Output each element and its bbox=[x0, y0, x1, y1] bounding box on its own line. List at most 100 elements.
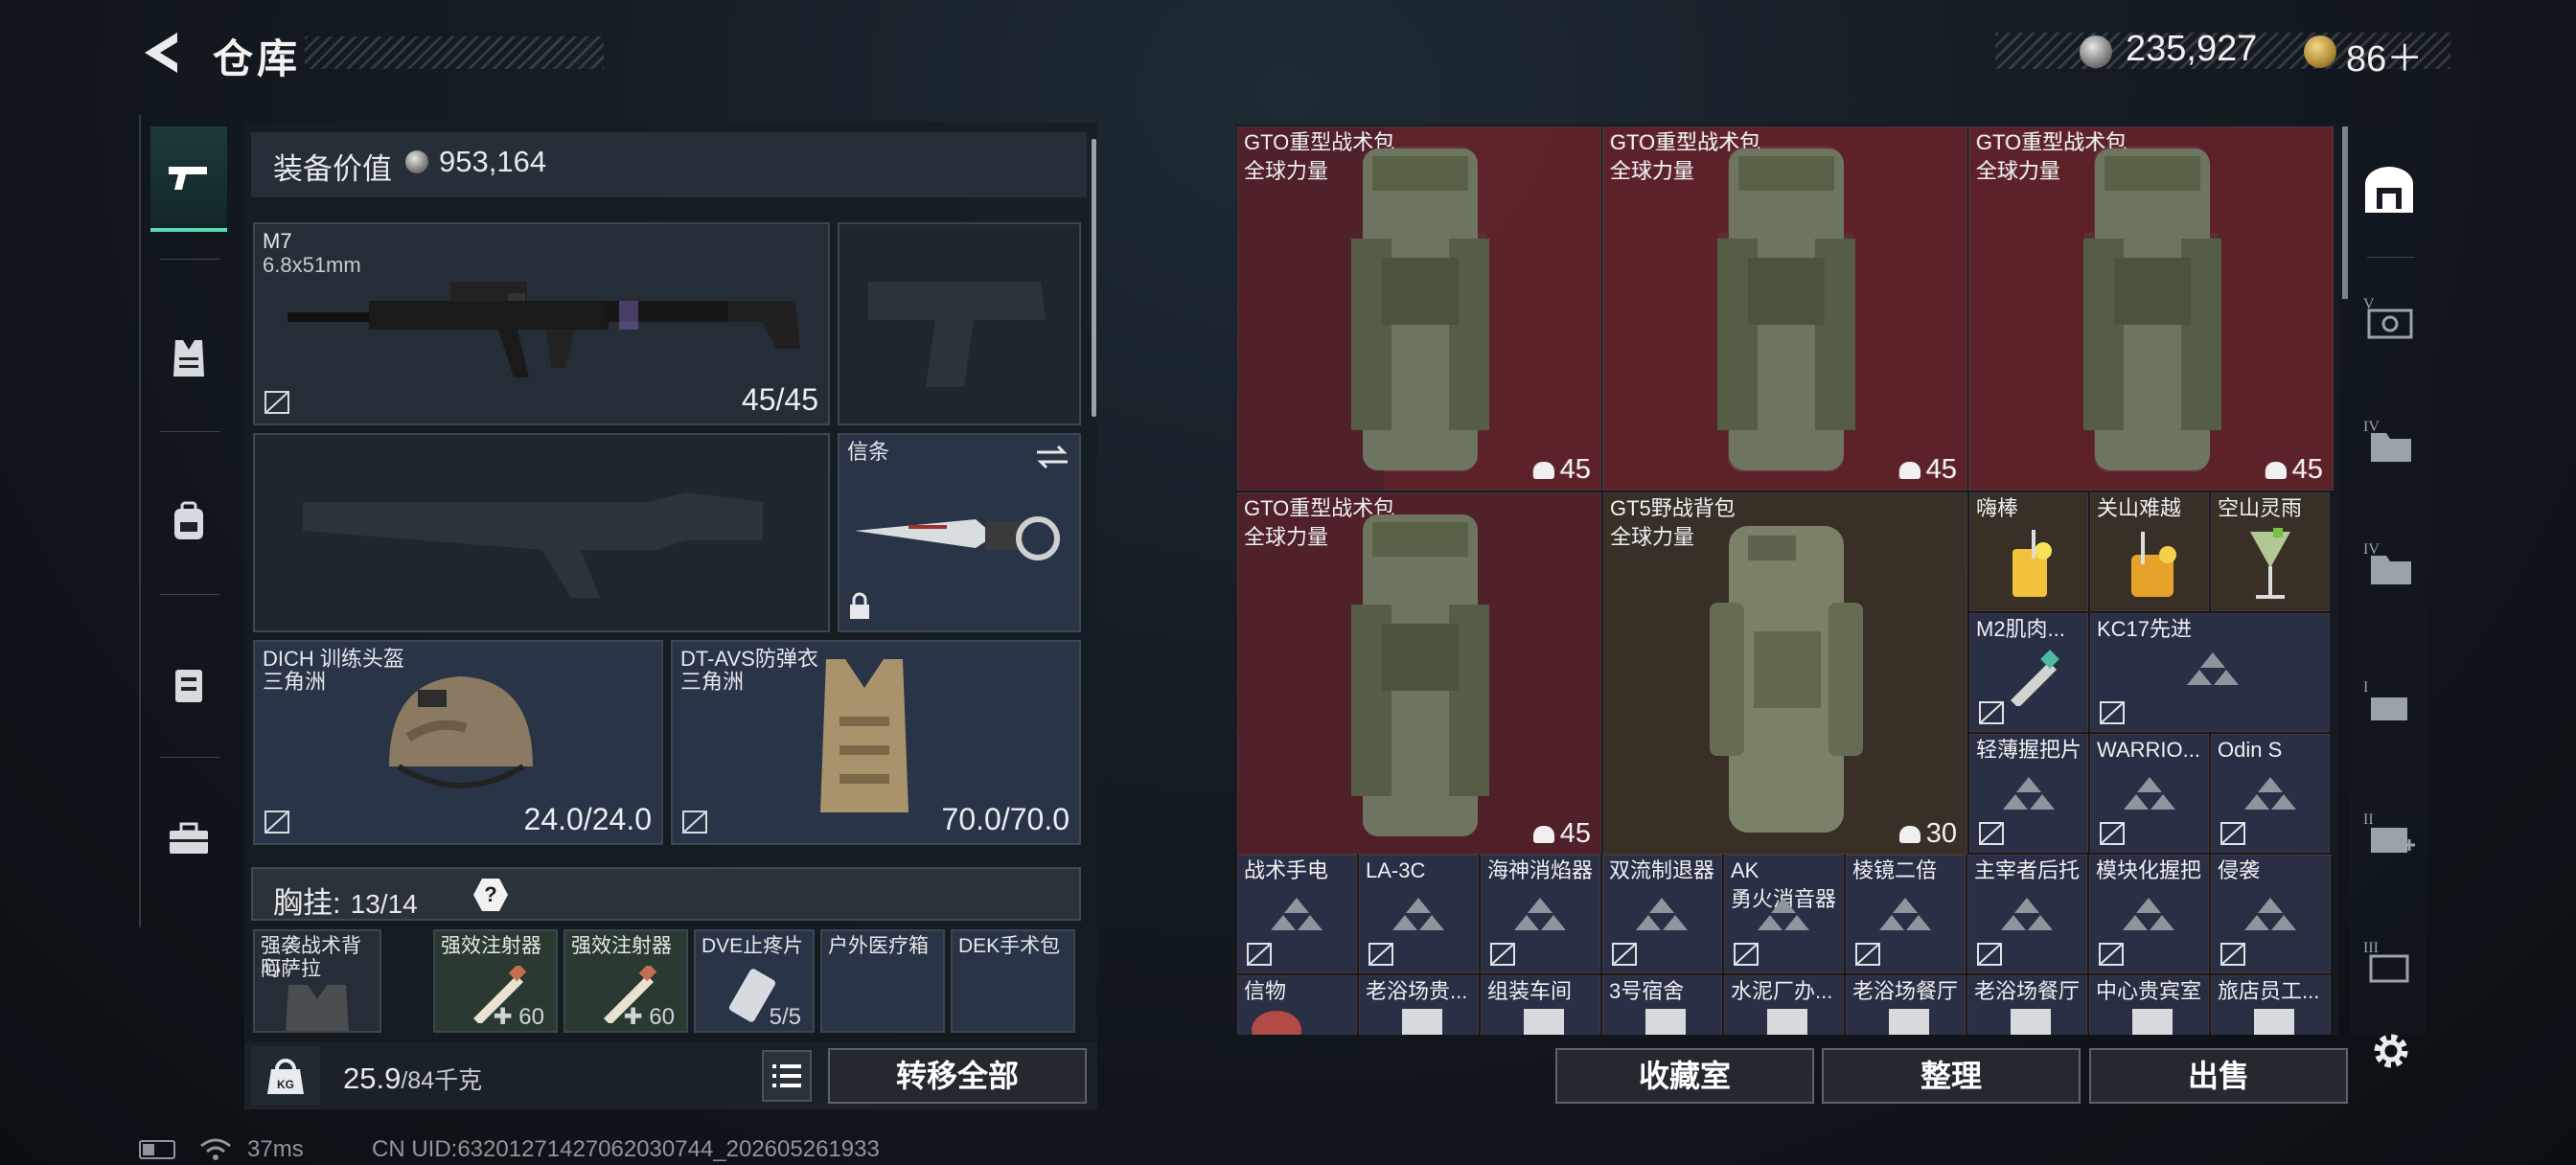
stash-item-key[interactable]: 老浴场贵... bbox=[1359, 975, 1479, 1035]
stash-item-small[interactable]: WARRIO... bbox=[2090, 734, 2209, 853]
settings-gear-icon[interactable] bbox=[2367, 1027, 2415, 1075]
no-insure-icon bbox=[1734, 943, 1759, 966]
equipment-scrollbar[interactable] bbox=[1092, 139, 1096, 417]
stash-item-key[interactable]: 3号宿舍 bbox=[1602, 975, 1722, 1035]
stash-tab-i[interactable]: I bbox=[2359, 671, 2419, 730]
chest-rig-item-slot[interactable]: 户外医疗箱 bbox=[820, 929, 945, 1033]
transfer-all-button[interactable]: 转移全部 bbox=[828, 1048, 1087, 1104]
svg-text:IV: IV bbox=[2363, 419, 2380, 435]
chest-rig-item-slot[interactable]: DEK手术包 bbox=[951, 929, 1075, 1033]
collection-room-button[interactable]: 收藏室 bbox=[1555, 1048, 1814, 1104]
stash-item-attachment[interactable]: 战术手电 bbox=[1237, 855, 1357, 973]
stash-item-small[interactable]: M2肌肉... bbox=[1969, 613, 2088, 732]
item-name: 老浴场贵... bbox=[1366, 979, 1468, 1003]
category-chest-rig-tab[interactable] bbox=[150, 632, 227, 738]
stash-item-small[interactable]: Odin S bbox=[2211, 734, 2330, 853]
tier-iv-icon: IV bbox=[2363, 419, 2411, 462]
body-armor-slot[interactable]: DT-AVS防弹衣 三角洲 70.0/70.0 bbox=[671, 640, 1081, 845]
stash-item-small[interactable]: KC17先进 bbox=[2090, 613, 2330, 732]
no-insure-icon bbox=[2099, 943, 2124, 966]
item-capacity: 45 bbox=[1532, 454, 1591, 486]
list-view-button[interactable] bbox=[762, 1050, 812, 1102]
sort-button[interactable]: 整理 bbox=[1822, 1048, 2081, 1104]
toolbox-icon bbox=[170, 822, 208, 854]
stash-tab-main[interactable] bbox=[2359, 161, 2419, 220]
keycard-image bbox=[1524, 1009, 1564, 1035]
ping-value: 37ms bbox=[247, 1136, 304, 1162]
stash-tab-iii[interactable]: III bbox=[2359, 931, 2419, 991]
helmet-origin: 三角洲 bbox=[263, 670, 327, 694]
stash-item-drink[interactable]: 嗨棒 bbox=[1969, 492, 2088, 611]
stash-item-attachment[interactable]: 模块化握把 bbox=[2089, 855, 2209, 973]
stash-item-backpack[interactable]: GTO重型战术包 全球力量 45 bbox=[1969, 126, 2334, 491]
chest-rig-item-slot[interactable]: 强效注射器 ✚ 60 bbox=[564, 929, 688, 1033]
equipment-value: 953,164 bbox=[439, 145, 547, 178]
keycard-image bbox=[1402, 1009, 1442, 1035]
gold-coin-icon bbox=[2304, 35, 2336, 68]
pistol-slot[interactable] bbox=[838, 222, 1081, 425]
helmet-slot[interactable]: DICH 训练头盔 三角洲 24.0/24.0 bbox=[253, 640, 663, 845]
stash-item-attachment[interactable]: 海神消焰器 bbox=[1481, 855, 1600, 973]
swap-icon[interactable] bbox=[1033, 443, 1071, 471]
stash-item-small[interactable]: 轻薄握把片 bbox=[1969, 734, 2088, 853]
chest-rig-item-slot[interactable]: 强袭战术背心 阿萨拉 bbox=[253, 929, 381, 1033]
stash-scrollbar[interactable] bbox=[2342, 126, 2348, 299]
stash-item-key[interactable]: 旅店员工... bbox=[2211, 975, 2331, 1035]
stash-item-drink[interactable]: 关山难越 bbox=[2090, 492, 2209, 611]
tier-i-icon: I bbox=[2363, 679, 2407, 720]
stash-item-attachment[interactable]: LA-3C bbox=[1359, 855, 1479, 973]
secondary-weapon-slot[interactable] bbox=[253, 433, 830, 632]
back-arrow-icon[interactable] bbox=[139, 29, 187, 77]
category-backpack-tab[interactable] bbox=[150, 469, 227, 575]
stash-item-backpack[interactable]: GTO重型战术包 全球力量 45 bbox=[1237, 126, 1601, 491]
chest-item-name: 户外医疗箱 bbox=[828, 935, 929, 957]
stash-item-attachment[interactable]: 主宰者后托 bbox=[1967, 855, 2087, 973]
no-insure-icon bbox=[1977, 943, 2002, 966]
item-name: 组装车间 bbox=[1487, 979, 1573, 1003]
melee-slot[interactable]: 信条 bbox=[838, 433, 1081, 632]
cocktail-image bbox=[2131, 532, 2176, 597]
stash-tab-ii[interactable]: II bbox=[2359, 803, 2419, 862]
armor-origin: 三角洲 bbox=[680, 670, 745, 694]
stash-item-key[interactable]: 老浴场餐厅 bbox=[1967, 975, 2087, 1035]
divider bbox=[160, 594, 219, 595]
stash-item-key[interactable]: 信物 bbox=[1237, 975, 1357, 1035]
backpack-image bbox=[1351, 148, 1489, 470]
stash-tab-v[interactable]: V bbox=[2359, 287, 2419, 347]
item-capacity: 45 bbox=[1532, 818, 1591, 850]
stash-tab-iv-b[interactable]: IV bbox=[2359, 533, 2419, 592]
stash-item-backpack[interactable]: GTO重型战术包 全球力量 45 bbox=[1237, 492, 1601, 855]
stash-item-key[interactable]: 老浴场餐厅 bbox=[1846, 975, 1966, 1035]
stash-item-attachment[interactable]: 侵袭 bbox=[2211, 855, 2331, 973]
stash-item-backpack[interactable]: GT5野战背包 全球力量 30 bbox=[1603, 492, 1967, 855]
category-armor-tab[interactable] bbox=[150, 307, 227, 412]
gold-amount[interactable]: 86＋ bbox=[2346, 29, 2423, 81]
stash-item-attachment[interactable]: 棱镜二倍 bbox=[1846, 855, 1966, 973]
stash-tab-iv-a[interactable]: IV bbox=[2359, 410, 2419, 469]
stash-item-key[interactable]: 水泥厂办... bbox=[1724, 975, 1844, 1035]
stash-item-backpack[interactable]: GTO重型战术包 全球力量 45 bbox=[1603, 126, 1967, 491]
stash-item-drink[interactable]: 空山灵雨 bbox=[2211, 492, 2330, 611]
chest-rig-item-slot[interactable]: 强效注射器 ✚ 60 bbox=[433, 929, 558, 1033]
category-weapons-tab[interactable] bbox=[150, 126, 227, 232]
item-name: 海神消焰器 bbox=[1487, 858, 1594, 882]
sell-button[interactable]: 出售 bbox=[2089, 1048, 2348, 1104]
unknown-item-icon bbox=[2003, 777, 2055, 810]
stash-item-key[interactable]: 组装车间 bbox=[1481, 975, 1600, 1035]
chest-rig-item-slot[interactable]: DVE止疼片 5/5 bbox=[694, 929, 815, 1033]
armor-name: DT-AVS防弹衣 bbox=[680, 647, 818, 671]
stash-item-attachment[interactable]: 双流制退器 bbox=[1602, 855, 1722, 973]
no-insure-icon bbox=[1612, 943, 1637, 966]
knife-image bbox=[855, 516, 1060, 560]
backpack-icon bbox=[174, 501, 203, 539]
primary-weapon-slot[interactable]: M7 6.8x51mm 45/45 bbox=[253, 222, 830, 425]
chest-rig-count: 13/14 bbox=[350, 889, 418, 919]
no-insure-icon bbox=[2220, 943, 2245, 966]
stash-item-attachment[interactable]: AK勇火消音器 bbox=[1724, 855, 1844, 973]
item-brand: 全球力量 bbox=[1244, 525, 1329, 549]
stash-items: GTO重型战术包 全球力量 45 GTO重型战术包 全球力量 45 GTO重型战… bbox=[1236, 125, 2338, 1035]
stash-item-key[interactable]: 中心贵宾室 bbox=[2089, 975, 2209, 1035]
category-toolbox-tab[interactable] bbox=[150, 786, 227, 891]
chest-item-sub: 阿萨拉 bbox=[261, 958, 321, 980]
unknown-item-icon bbox=[1271, 898, 1322, 930]
